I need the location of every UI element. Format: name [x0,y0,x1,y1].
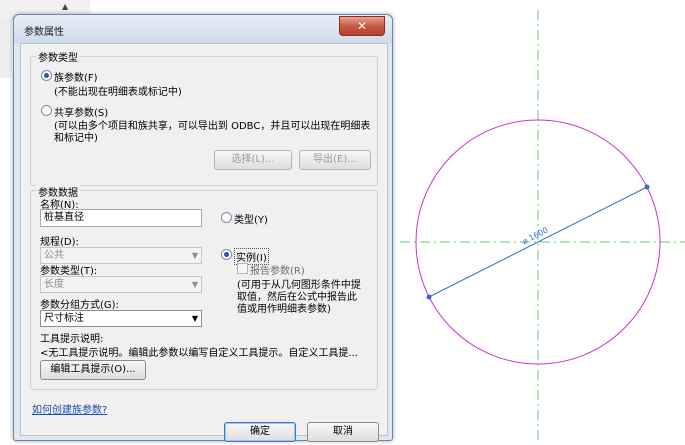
shared-param-desc: 和标记中) [54,133,98,144]
ok-button[interactable]: 确定 [224,422,296,442]
chevron-down-icon: ▼ [191,280,198,289]
type-radio-label[interactable]: 类型(Y) [234,211,268,226]
side-panel-stub [0,18,12,78]
tooltip-value: <无工具提示说明。编辑此参数以编写自定义工具提示。自定义工具提... [40,348,358,359]
dimension-endpoint [426,294,432,300]
param-type-select[interactable]: 长度 ▼ [40,276,202,293]
parameter-properties-dialog: 参数属性 ✕ 参数类型 族参数(F) (不能出现在明细表或标记中) 共享参数(S… [13,14,393,442]
shared-param-desc: (可以由多个项目和族共享，可以导出到 ODBC，并且可以出现在明细表 [54,121,371,132]
discipline-label: 规程(D): [40,237,79,248]
shared-param-radio[interactable] [41,105,52,116]
close-icon: ✕ [356,19,368,33]
group-by-label: 参数分组方式(G): [40,300,119,311]
close-button[interactable]: ✕ [339,16,385,36]
report-param-label[interactable]: 报告参数(R) [250,262,305,277]
export-button[interactable]: 导出(E)... [299,150,371,170]
param-type-label: 参数类型(T): [40,266,98,277]
dialog-title: 参数属性 [24,27,64,38]
select-button[interactable]: 选择(L)... [214,150,292,170]
type-radio[interactable] [221,212,232,223]
chevron-up-icon[interactable]: ▲ [62,2,68,11]
param-type-legend: 参数类型 [36,49,80,64]
help-link[interactable]: 如何创建族参数? [32,401,107,416]
discipline-value: 公共 [44,250,64,261]
name-field[interactable]: 桩基直径 [40,209,202,227]
group-by-value: 尺寸标注 [44,313,84,324]
dialog-body: 参数类型 族参数(F) (不能出现在明细表或标记中) 共享参数(S) (可以由多… [20,43,388,442]
report-param-checkbox[interactable] [237,263,248,274]
family-param-desc: (不能出现在明细表或标记中) [54,87,182,98]
chevron-down-icon: ▼ [191,314,198,323]
edit-tooltip-button[interactable]: 编辑工具提示(O)... [40,360,146,380]
instance-radio[interactable] [221,249,232,260]
family-param-label[interactable]: 族参数(F) [54,69,98,84]
cancel-button[interactable]: 取消 [307,422,379,442]
report-param-desc: 值或用作明细表参数) [237,304,331,315]
chevron-down-icon: ▼ [191,251,198,260]
dimension-endpoint [644,184,650,190]
group-by-select[interactable]: 尺寸标注 ▼ [40,310,202,327]
tooltip-label: 工具提示说明: [40,334,104,345]
param-type-value: 长度 [44,279,64,290]
family-param-radio[interactable] [41,70,52,81]
dialog-titlebar[interactable]: 参数属性 ✕ [14,15,392,43]
